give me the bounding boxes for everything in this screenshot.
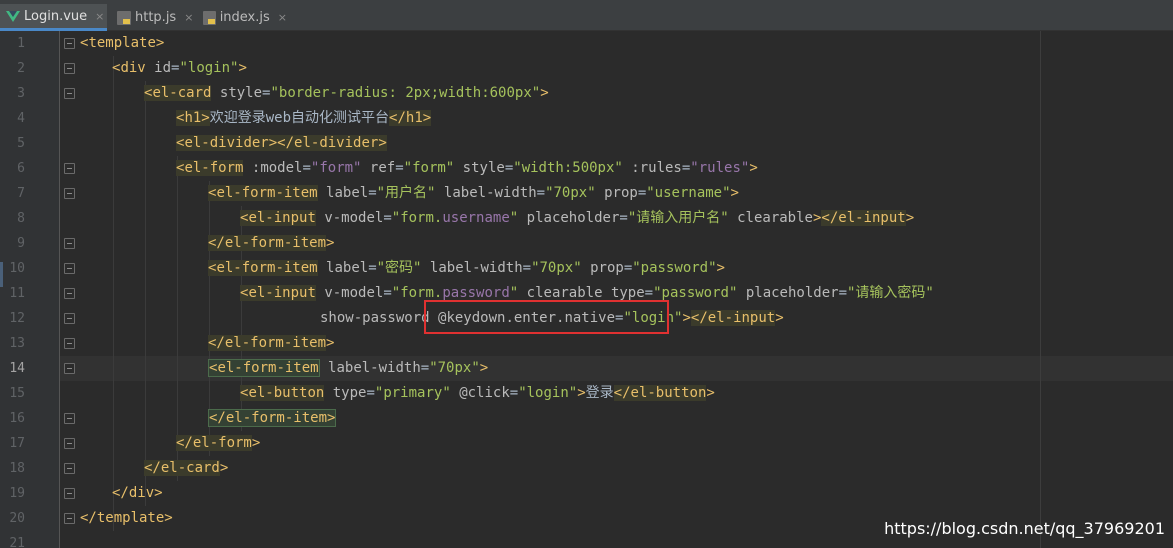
code-line-13: </el-form-item> bbox=[208, 335, 335, 351]
code-line-6: <el-form :model="form" ref="form" style=… bbox=[176, 160, 758, 176]
line-number: 11 bbox=[9, 286, 25, 301]
line-number: 5 bbox=[17, 136, 25, 151]
line-number-current: 14 bbox=[9, 361, 25, 376]
fold-icon[interactable] bbox=[64, 488, 75, 499]
close-icon[interactable]: × bbox=[278, 11, 287, 24]
code-line-17: </el-form> bbox=[176, 435, 261, 451]
fold-icon[interactable] bbox=[64, 313, 75, 324]
code-line-14: <el-form-item label-width="70px"> bbox=[208, 359, 489, 377]
tab-login-vue[interactable]: Login.vue × bbox=[0, 4, 107, 31]
line-number: 17 bbox=[9, 436, 25, 451]
close-icon[interactable]: × bbox=[95, 10, 104, 23]
code-line-16: </el-form-item> bbox=[208, 409, 337, 427]
line-number: 21 bbox=[9, 536, 25, 548]
line-number: 12 bbox=[9, 311, 25, 326]
code-line-1: <template> bbox=[80, 35, 165, 51]
code-line-4: <h1>欢迎登录web自动化测试平台</h1> bbox=[176, 110, 432, 126]
tab-label: index.js bbox=[219, 10, 270, 25]
code-line-15: <el-button type="primary" @click="login"… bbox=[240, 385, 715, 401]
line-number: 20 bbox=[9, 511, 25, 526]
fold-icon[interactable] bbox=[64, 288, 75, 299]
js-file-icon bbox=[117, 10, 131, 25]
fold-icon[interactable] bbox=[64, 338, 75, 349]
line-number: 10 bbox=[9, 261, 25, 276]
watermark: https://blog.csdn.net/qq_37969201 bbox=[884, 519, 1165, 538]
fold-icon[interactable] bbox=[64, 188, 75, 199]
indent-guide bbox=[113, 56, 114, 531]
tab-label: http.js bbox=[135, 10, 177, 25]
indent-guide bbox=[145, 81, 146, 506]
line-number: 18 bbox=[9, 461, 25, 476]
line-number: 16 bbox=[9, 411, 25, 426]
code-line-5: <el-divider></el-divider> bbox=[176, 135, 387, 151]
line-number: 8 bbox=[17, 211, 25, 226]
line-number: 6 bbox=[17, 161, 25, 176]
code-line-3: <el-card style="border-radius: 2px;width… bbox=[144, 85, 549, 101]
code-line-18: </el-card> bbox=[144, 460, 229, 476]
highlight-annotation-box bbox=[424, 300, 669, 334]
code-line-19: </div> bbox=[112, 485, 163, 501]
tab-index-js[interactable]: index.js × bbox=[197, 4, 287, 31]
fold-icon[interactable] bbox=[64, 63, 75, 74]
code-line-9: </el-form-item> bbox=[208, 235, 335, 251]
close-icon[interactable]: × bbox=[184, 11, 193, 24]
line-number: 15 bbox=[9, 386, 25, 401]
code-line-2: <div id="login"> bbox=[112, 60, 247, 76]
line-number: 1 bbox=[17, 36, 25, 51]
vue-file-icon bbox=[6, 9, 20, 23]
code-line-10: <el-form-item label="密码" label-width="70… bbox=[208, 260, 725, 276]
line-number: 3 bbox=[17, 86, 25, 101]
current-line-highlight bbox=[0, 356, 1173, 381]
fold-icon[interactable] bbox=[64, 263, 75, 274]
line-number: 9 bbox=[17, 236, 25, 251]
line-number-gutter: 1 2 3 4 5 6 7 8 9 10 11 12 13 14 15 16 1… bbox=[0, 31, 60, 548]
code-line-20: </template> bbox=[80, 510, 173, 526]
editor-tab-bar: Login.vue × http.js × index.js × bbox=[0, 0, 1173, 31]
code-line-8: <el-input v-model="form.username" placeh… bbox=[240, 210, 915, 226]
fold-icon[interactable] bbox=[64, 513, 75, 524]
line-number: 4 bbox=[17, 111, 25, 126]
code-line-7: <el-form-item label="用户名" label-width="7… bbox=[208, 185, 739, 201]
tab-http-js[interactable]: http.js × bbox=[111, 4, 195, 31]
line-number: 13 bbox=[9, 336, 25, 351]
line-number: 2 bbox=[17, 61, 25, 76]
fold-icon[interactable] bbox=[64, 163, 75, 174]
fold-icon[interactable] bbox=[64, 38, 75, 49]
fold-icon[interactable] bbox=[64, 238, 75, 249]
fold-icon[interactable] bbox=[64, 88, 75, 99]
js-file-icon bbox=[203, 10, 216, 25]
tab-label: Login.vue bbox=[24, 8, 88, 24]
right-margin-guide bbox=[1040, 31, 1041, 548]
fold-icon[interactable] bbox=[64, 438, 75, 449]
line-number: 19 bbox=[9, 486, 25, 501]
fold-icon[interactable] bbox=[64, 363, 75, 374]
line-number: 7 bbox=[17, 186, 25, 201]
fold-icon[interactable] bbox=[64, 413, 75, 424]
fold-icon[interactable] bbox=[64, 463, 75, 474]
